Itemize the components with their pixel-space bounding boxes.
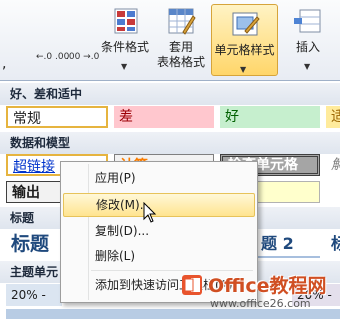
format-as-table-label-2: 表格格式 (156, 55, 205, 69)
chevron-down-icon: ▼ (240, 65, 247, 74)
style-heading-2[interactable]: 题 2 (256, 230, 320, 258)
style-normal[interactable]: 常规 (6, 106, 108, 128)
office-logo-icon (182, 275, 202, 295)
menu-item-duplicate[interactable]: 复制(D)... (63, 219, 255, 243)
style-heading-3[interactable]: 标 (326, 230, 340, 258)
chevron-down-icon: ▼ (121, 62, 128, 71)
style-good[interactable]: 好 (220, 106, 320, 128)
format-as-table-button[interactable]: 套用 表格格式 (153, 6, 209, 70)
conditional-format-icon (109, 6, 141, 38)
watermark-brand: Office教程网 (208, 275, 327, 297)
style-neutral[interactable]: 适 (326, 106, 340, 128)
decrease-decimal-button[interactable]: .00 →.0 (66, 52, 99, 62)
ribbon-toolbar: , ←.0 .00 .00 →.0 条件格式 ▼ 套用 表格格式 单元格样式 ▼… (0, 0, 340, 81)
conditional-format-button[interactable]: 条件格式 ▼ (97, 6, 153, 71)
insert-icon (292, 6, 324, 38)
insert-label: 插入 (295, 40, 320, 54)
cell-styles-button[interactable]: 单元格样式 ▼ (211, 4, 278, 76)
section-data-model: 数据和模型 (0, 132, 340, 154)
menu-item-delete[interactable]: 删除(L) (63, 244, 255, 268)
menu-item-modify[interactable]: 修改(M)... (63, 193, 255, 217)
chevron-down-icon: ▼ (304, 62, 311, 71)
watermark-url: www.office26.com (210, 297, 311, 310)
format-as-table-label-1: 套用 (168, 40, 193, 54)
watermark: Office教程网 www.office26.com (176, 268, 340, 318)
section-good-bad-neutral: 好、差和适中 (0, 83, 340, 105)
cell-styles-icon (229, 9, 261, 41)
cell-styles-label: 单元格样式 (214, 43, 275, 57)
format-as-table-icon (165, 6, 197, 38)
style-20pct-accent1[interactable]: 20% - (6, 284, 62, 306)
mouse-cursor-icon (143, 201, 157, 227)
style-input-partial[interactable] (256, 181, 320, 203)
increase-decimal-button[interactable]: ←.0 .00 (36, 52, 69, 62)
conditional-format-label: 条件格式 (100, 40, 149, 54)
insert-button[interactable]: 插入 ▼ (284, 6, 332, 71)
style-bad[interactable]: 差 (114, 106, 214, 128)
menu-item-apply[interactable]: 应用(P) (63, 166, 255, 190)
style-explanatory[interactable]: 解 (326, 154, 340, 176)
style-title[interactable]: 标题 (6, 230, 62, 258)
comma-style-fragment[interactable]: , (2, 56, 6, 72)
